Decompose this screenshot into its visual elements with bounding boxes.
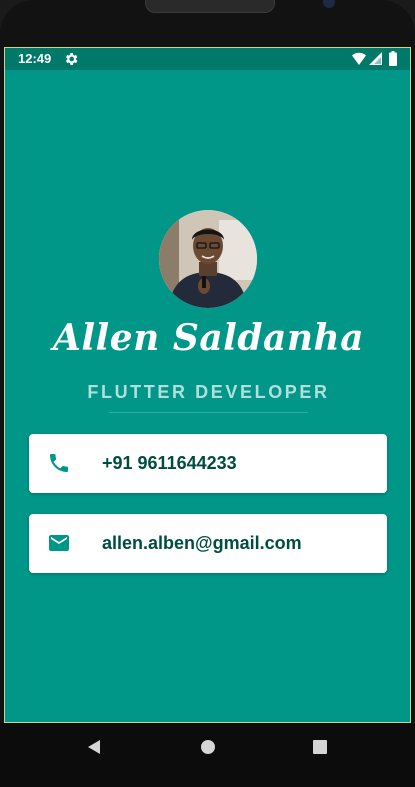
earpiece-speaker bbox=[145, 0, 275, 13]
wifi-icon bbox=[352, 52, 366, 65]
status-bar: 12:49 bbox=[5, 48, 410, 70]
email-icon bbox=[49, 535, 69, 551]
settings-gear-icon bbox=[65, 53, 78, 65]
avatar bbox=[159, 210, 257, 308]
profile-photo bbox=[159, 210, 257, 308]
front-camera bbox=[323, 0, 335, 8]
battery-icon bbox=[389, 51, 397, 66]
status-time: 12:49 bbox=[18, 51, 52, 66]
phone-device: 12:49 Allen Saldanha FLUTTER DEVELOPER +… bbox=[0, 0, 415, 787]
email-card[interactable]: allen.alben@gmail.com bbox=[29, 514, 387, 573]
recents-icon[interactable] bbox=[313, 740, 327, 754]
divider bbox=[109, 412, 308, 413]
phone-icon bbox=[50, 454, 68, 472]
phone-card[interactable]: +91 9611644233 bbox=[29, 434, 387, 493]
email-address: allen.alben@gmail.com bbox=[102, 533, 302, 553]
app-screen: 12:49 Allen Saldanha FLUTTER DEVELOPER +… bbox=[4, 47, 411, 723]
profile-title: FLUTTER DEVELOPER bbox=[87, 382, 330, 402]
phone-number: +91 9611644233 bbox=[102, 453, 237, 473]
cell-signal-icon bbox=[369, 52, 382, 65]
navigation-bar bbox=[0, 723, 415, 787]
home-icon[interactable] bbox=[200, 739, 216, 755]
back-icon[interactable] bbox=[86, 739, 102, 755]
profile-name: Allen Saldanha bbox=[52, 317, 365, 359]
